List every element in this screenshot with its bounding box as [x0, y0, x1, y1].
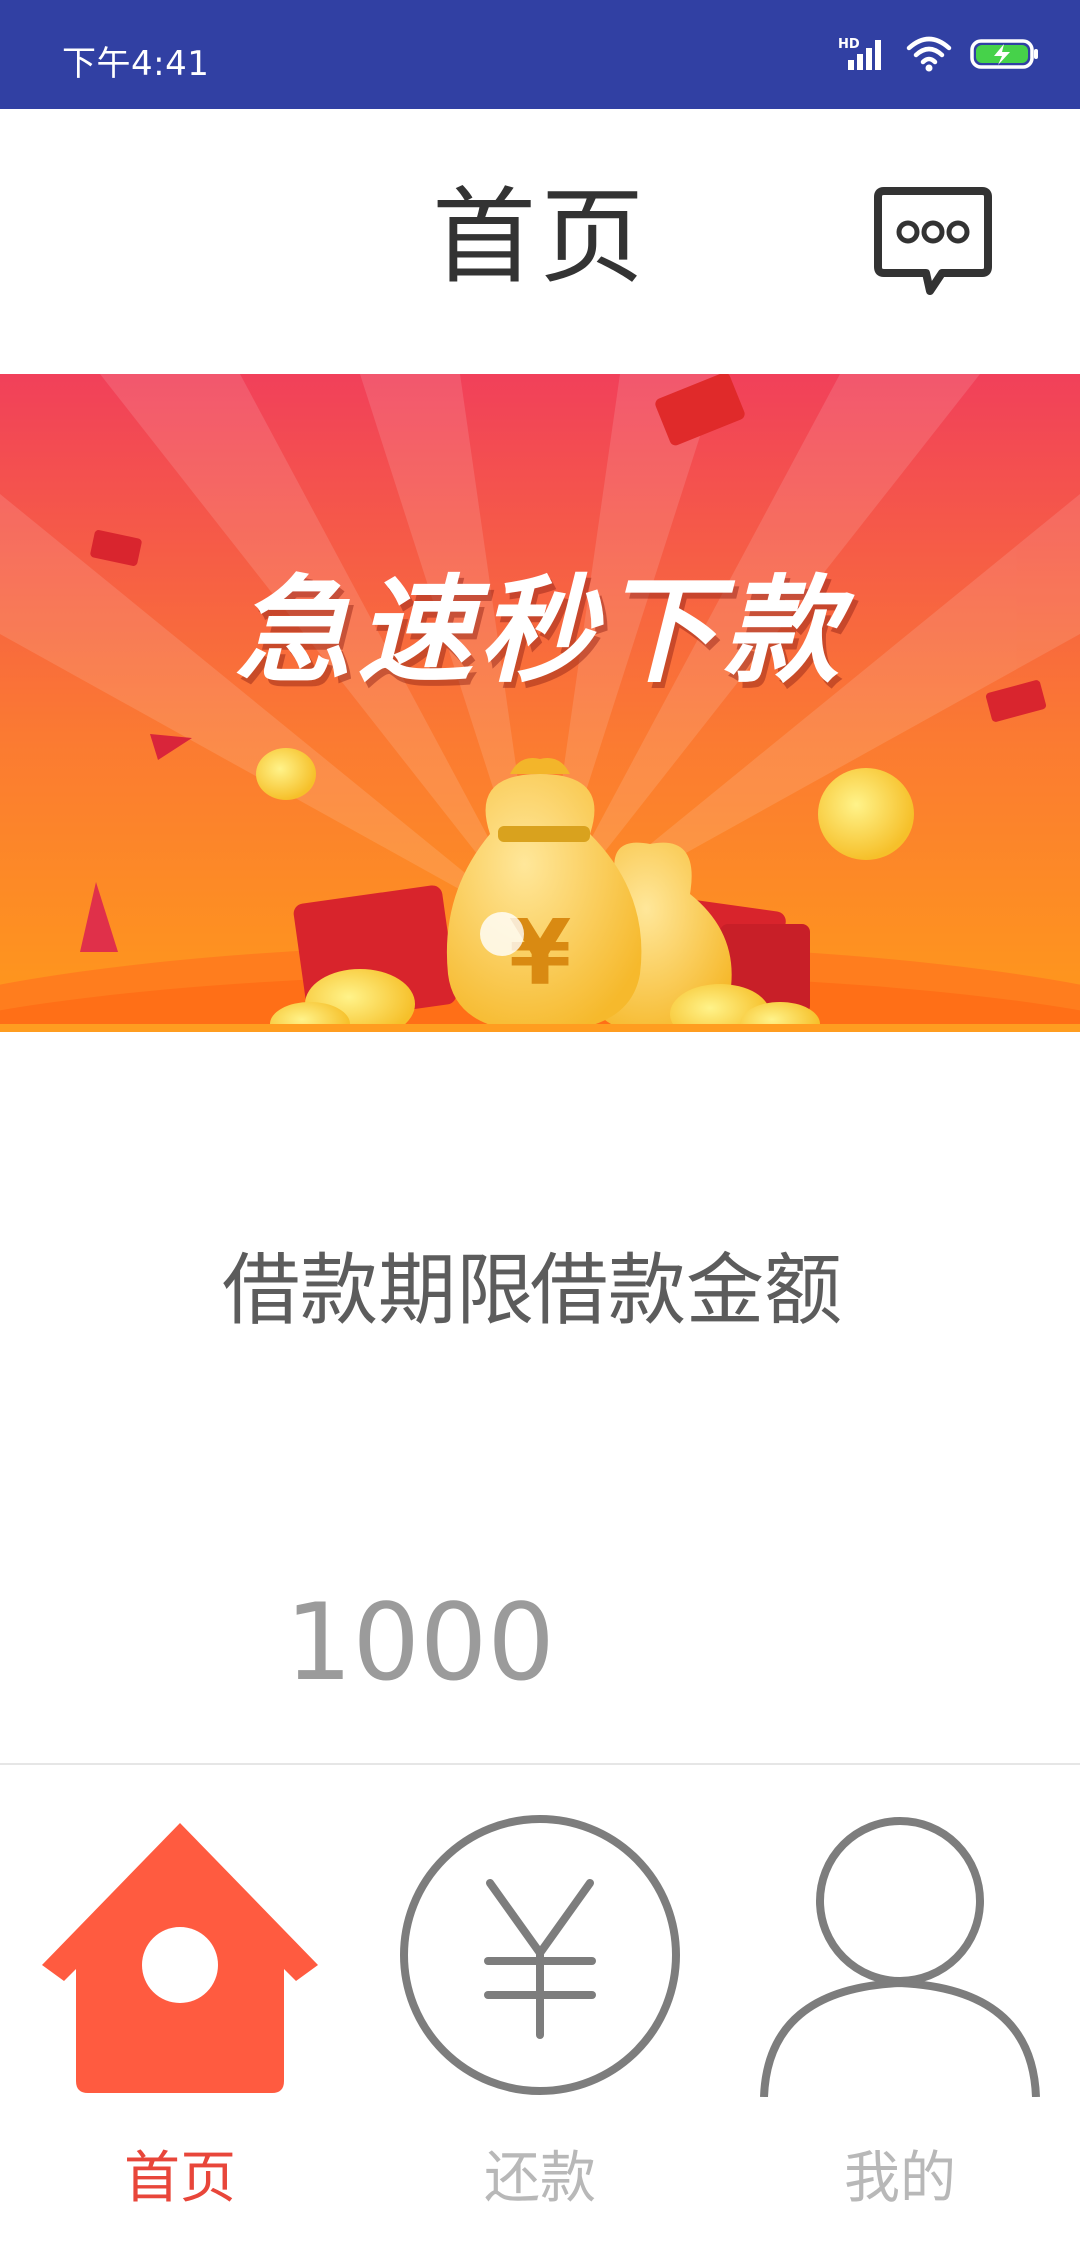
status-icons: HD	[838, 36, 1040, 72]
battery-charging-icon	[970, 36, 1040, 72]
home-icon	[42, 1823, 318, 2093]
nav-label-home: 首页	[124, 2146, 236, 2211]
bottom-nav: 首页 还款 我的	[0, 1765, 1080, 2248]
svg-text:¥: ¥	[509, 901, 572, 1006]
loan-area: 借款期限 借款金额 1000	[0, 1032, 1080, 1764]
nav-label-profile: 我的	[844, 2146, 956, 2211]
wifi-icon	[906, 36, 952, 72]
signal-icon: HD	[838, 36, 888, 72]
message-button[interactable]	[872, 185, 994, 301]
status-time: 下午4:41	[62, 44, 210, 84]
loan-amount-value: 1000	[285, 1581, 555, 1704]
header: 首页	[0, 109, 1080, 374]
status-bar: 下午4:41 HD	[0, 0, 1080, 109]
nav-item-home[interactable]: 首页	[0, 1765, 360, 2248]
screen: 下午4:41 HD 首页 ¥ 急速秒下款 借款期限 借款金额 1000 首页 还…	[0, 0, 1080, 2248]
promo-banner[interactable]: ¥ 急速秒下款	[0, 374, 1080, 1032]
loan-term-label: 借款期限	[222, 1246, 535, 1336]
nav-label-repay: 还款	[484, 2146, 596, 2211]
network-type-label: HD	[838, 37, 860, 52]
nav-item-profile[interactable]: 我的	[720, 1765, 1080, 2248]
user-icon	[760, 1817, 1040, 2097]
message-bubble-icon	[874, 187, 992, 295]
loan-amount-label: 借款金额	[530, 1246, 843, 1336]
nav-item-repay[interactable]: 还款	[360, 1765, 720, 2248]
banner-title: 急速秒下款	[235, 564, 845, 699]
banner-illustration: ¥	[0, 374, 1080, 1032]
yuan-circle-icon	[400, 1815, 680, 2095]
